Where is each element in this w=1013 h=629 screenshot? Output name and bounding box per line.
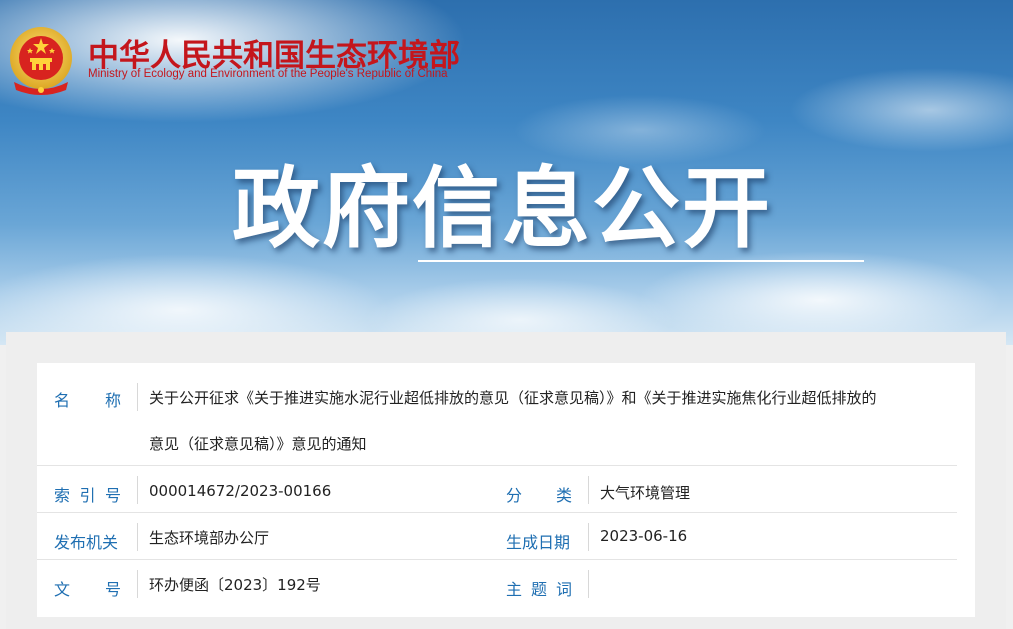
row-separator bbox=[588, 476, 589, 504]
row-separator bbox=[588, 523, 589, 551]
info-row-docno: 文 号 环办便函〔2023〕192号 主 题 词 bbox=[37, 560, 957, 607]
value-date: 2023-06-16 bbox=[600, 527, 688, 545]
label-issuer: 发布机关 bbox=[54, 533, 119, 552]
title-underline bbox=[418, 260, 864, 262]
label-char: 名 bbox=[54, 391, 71, 410]
label-char: 文 bbox=[54, 580, 71, 599]
row-separator bbox=[137, 570, 138, 598]
row-separator bbox=[137, 383, 138, 411]
label-subject: 主 题 词 bbox=[506, 576, 572, 600]
value-category: 大气环境管理 bbox=[600, 484, 691, 502]
org-name-en[interactable]: Ministry of Ecology and Environment of t… bbox=[88, 68, 448, 80]
value-issuer: 生态环境部办公厅 bbox=[149, 529, 270, 547]
label-doc-no: 文 号 bbox=[54, 576, 121, 600]
label-char: 题 bbox=[530, 580, 547, 599]
label-char: 引 bbox=[79, 486, 96, 505]
label-date: 生成日期 bbox=[506, 533, 571, 552]
label-char: 主 bbox=[506, 580, 523, 599]
row-separator bbox=[137, 476, 138, 504]
value-doc-no: 环办便函〔2023〕192号 bbox=[149, 576, 321, 594]
national-emblem-icon bbox=[10, 27, 72, 95]
value-name-line1: 关于公开征求《关于推进实施水泥行业超低排放的意见（征求意见稿）》和《关于推进实施… bbox=[149, 389, 877, 407]
info-row-index: 索 引 号 000014672/2023-00166 分 类 大气环境管理 bbox=[37, 466, 957, 513]
label-category: 分 类 bbox=[506, 482, 572, 506]
label-char: 称 bbox=[104, 391, 121, 410]
label-char: 分 bbox=[506, 486, 523, 505]
label-char: 号 bbox=[104, 580, 121, 599]
page-title: 政府信息公开 bbox=[232, 157, 773, 260]
label-index-no: 索 引 号 bbox=[54, 482, 121, 506]
info-row-issuer: 发布机关 生态环境部办公厅 生成日期 2023-06-16 bbox=[37, 513, 957, 560]
value-name-line2: 意见（征求意见稿）》意见的通知 bbox=[149, 435, 367, 453]
row-separator bbox=[588, 570, 589, 598]
label-char: 类 bbox=[555, 486, 572, 505]
label-char: 号 bbox=[104, 486, 121, 505]
info-row-name: 名 称 关于公开征求《关于推进实施水泥行业超低排放的意见（征求意见稿）》和《关于… bbox=[37, 373, 957, 466]
label-name: 名 称 bbox=[54, 387, 121, 411]
label-char: 词 bbox=[555, 580, 572, 599]
row-separator bbox=[137, 523, 138, 551]
label-char: 索 bbox=[54, 486, 71, 505]
value-index-no: 000014672/2023-00166 bbox=[149, 482, 332, 500]
header-banner: 中华人民共和国生态环境部 Ministry of Ecology and Env… bbox=[0, 0, 1013, 345]
